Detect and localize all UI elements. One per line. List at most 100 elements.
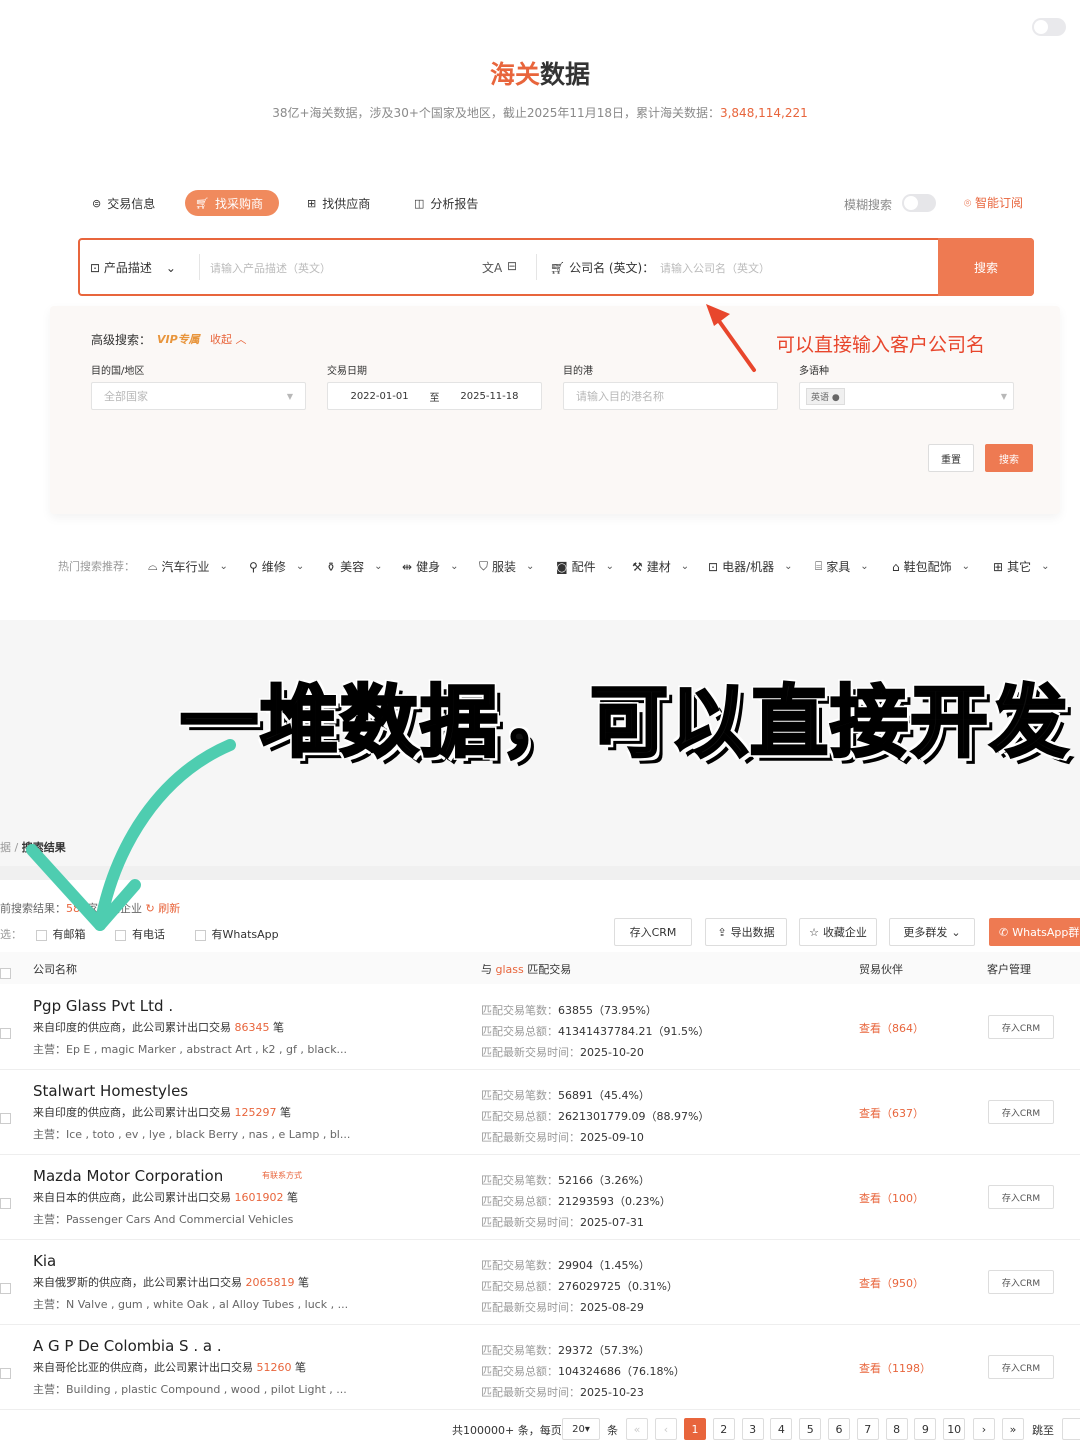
- hot-item-repair[interactable]: ⚲ 维修 ⌄: [249, 558, 304, 575]
- hot-item-clothing[interactable]: ⛉ 服装 ⌄: [479, 558, 534, 575]
- row-checkbox[interactable]: [0, 1278, 17, 1297]
- row-checkbox[interactable]: [0, 1023, 17, 1042]
- row-save-crm-button[interactable]: 存入CRM: [988, 1270, 1054, 1294]
- language-select[interactable]: 英语 ● ▼: [799, 382, 1014, 410]
- port-input[interactable]: 请输入目的港名称: [563, 382, 778, 410]
- row-save-crm-button[interactable]: 存入CRM: [988, 1355, 1054, 1379]
- product-description-input[interactable]: 请输入产品描述（英文）: [210, 260, 331, 276]
- page-button[interactable]: 8: [885, 1418, 908, 1440]
- total-records: 3,848,114,221: [719, 106, 808, 120]
- hot-item-other[interactable]: ⊞ 其它 ⌄: [993, 558, 1049, 575]
- row-checkbox[interactable]: [0, 1363, 17, 1382]
- view-partners-link[interactable]: 查看（637）: [859, 1105, 924, 1121]
- hot-item-appliances[interactable]: ⊡ 电器/机器 ⌄: [708, 558, 793, 575]
- supplier-origin: 来自日本的供应商，此公司累计出口交易 1601902 笔: [33, 1191, 298, 1204]
- match-latest-time: 匹配最新交易时间：2025-10-20: [481, 1046, 644, 1059]
- tab-find-buyers[interactable]: 🛒︎ 找采购商: [185, 190, 279, 216]
- country-select[interactable]: 全部国家 ▼: [91, 382, 306, 410]
- hot-item-fitness[interactable]: ⇹ 健身 ⌄: [402, 558, 458, 575]
- page-size-unit: 条: [607, 1424, 618, 1437]
- tab-find-suppliers[interactable]: ⊞ 找供应商: [297, 190, 380, 216]
- banner-text-right: 可以直接开发: [588, 677, 1071, 770]
- fuzzy-search-toggle[interactable]: [902, 194, 936, 212]
- last-page-button[interactable]: »: [1002, 1418, 1024, 1440]
- company-name[interactable]: Stalwart Homestyles: [33, 1082, 188, 1100]
- favorite-button[interactable]: ☆ 收藏企业: [799, 918, 877, 946]
- company-name[interactable]: Kia: [33, 1252, 56, 1270]
- page-button[interactable]: 10: [943, 1418, 966, 1440]
- company-name[interactable]: Pgp Glass Pvt Ltd .: [33, 997, 173, 1015]
- date-range-picker[interactable]: 2022-01-01 至 2025-11-18: [327, 382, 542, 410]
- hot-item-shoes-bags[interactable]: ⌂ 鞋包配饰 ⌄: [892, 558, 970, 575]
- page-size-select[interactable]: 20 ▾: [562, 1418, 600, 1440]
- advanced-search-label: 高级搜索：: [91, 333, 152, 347]
- divider: [199, 254, 200, 280]
- page-button[interactable]: 2: [712, 1418, 735, 1440]
- first-page-button[interactable]: «: [626, 1418, 648, 1440]
- hot-item-beauty[interactable]: ⚱ 美容 ⌄: [326, 558, 382, 575]
- row-save-crm-button[interactable]: 存入CRM: [988, 1185, 1054, 1209]
- save-crm-button[interactable]: 存入CRM: [614, 918, 692, 946]
- field-select[interactable]: ⊡ 产品描述 ⌄: [90, 259, 176, 276]
- hs-code-icon[interactable]: ⊟: [507, 259, 517, 273]
- watch-icon: ◙: [556, 559, 568, 574]
- view-partners-link[interactable]: 查看（100）: [859, 1190, 924, 1206]
- match-total: 匹配交易总额：104324686（76.18%）: [481, 1365, 685, 1378]
- export-button[interactable]: ⇪ 导出数据: [705, 918, 787, 946]
- hot-item-furniture[interactable]: ⌸ 家具 ⌄: [815, 558, 869, 575]
- next-page-button[interactable]: ›: [973, 1418, 995, 1440]
- supplier-origin: 来自印度的供应商，此公司累计出口交易 86345 笔: [33, 1021, 284, 1034]
- prev-page-button[interactable]: ‹: [655, 1418, 677, 1440]
- location-pin-icon: ⌾: [964, 196, 976, 210]
- translate-icon[interactable]: 文A: [482, 259, 502, 276]
- page-button[interactable]: 9: [914, 1418, 937, 1440]
- view-partners-link[interactable]: 查看（1198）: [859, 1360, 931, 1376]
- contact-tag: 有联系方式: [262, 1171, 302, 1180]
- hot-item-accessories[interactable]: ◙ 配件 ⌄: [556, 558, 614, 575]
- select-all-checkbox[interactable]: [0, 963, 17, 982]
- tab-analysis-report[interactable]: ◫ 分析报告: [404, 190, 488, 216]
- hot-item-building[interactable]: ⚒ 建材 ⌄: [632, 558, 689, 575]
- annotation-text: 可以直接输入客户公司名: [776, 334, 986, 356]
- chevron-down-icon: ⌄: [374, 561, 383, 572]
- chevron-down-icon: ⌄: [450, 561, 459, 572]
- page-button[interactable]: 7: [856, 1418, 879, 1440]
- whatsapp-group-button[interactable]: ✆ WhatsApp群: [989, 918, 1080, 946]
- view-partners-link[interactable]: 查看（864）: [859, 1020, 924, 1036]
- company-name[interactable]: Mazda Motor Corporation: [33, 1167, 223, 1185]
- row-save-crm-button[interactable]: 存入CRM: [988, 1015, 1054, 1039]
- page-button[interactable]: 1: [684, 1418, 706, 1440]
- row-save-crm-button[interactable]: 存入CRM: [988, 1100, 1054, 1124]
- supplier-origin: 来自印度的供应商，此公司累计出口交易 125297 笔: [33, 1106, 291, 1119]
- bottle-icon: ⚱: [326, 559, 337, 574]
- row-checkbox[interactable]: [0, 1108, 17, 1127]
- tab-trade-info[interactable]: ⊜ 交易信息: [82, 190, 165, 216]
- shoe-icon: ⌂: [892, 559, 900, 574]
- language-tag[interactable]: 英语 ●: [806, 387, 845, 405]
- match-count: 匹配交易笔数：29372（57.3%）: [481, 1344, 650, 1357]
- jump-to-input[interactable]: [1062, 1418, 1080, 1440]
- col-company: 公司名称: [33, 963, 77, 976]
- hot-item-auto[interactable]: ⌓ 汽车行业 ⌄: [148, 558, 228, 575]
- match-count: 匹配交易笔数：56891（45.4%）: [481, 1089, 650, 1102]
- star-icon: ☆: [809, 925, 819, 939]
- view-partners-link[interactable]: 查看（950）: [859, 1275, 924, 1291]
- page-button[interactable]: 5: [799, 1418, 822, 1440]
- collapse-link[interactable]: 收起 ︿: [210, 331, 247, 347]
- match-latest-time: 匹配最新交易时间：2025-09-10: [481, 1131, 644, 1144]
- top-toggle[interactable]: [1032, 18, 1066, 36]
- whatsapp-icon: ✆: [999, 925, 1009, 939]
- smart-subscribe-link[interactable]: ⌾ 智能订阅: [964, 194, 1023, 211]
- match-total: 匹配交易总额：276029725（0.31%）: [481, 1280, 678, 1293]
- hot-search-label: 热门搜索推荐：: [58, 560, 135, 573]
- page-button[interactable]: 4: [770, 1418, 793, 1440]
- page-button[interactable]: 6: [828, 1418, 850, 1440]
- search-button[interactable]: 搜索: [938, 238, 1034, 296]
- row-checkbox[interactable]: [0, 1193, 17, 1212]
- company-name-input[interactable]: 请输入公司名（英文）: [660, 260, 770, 276]
- page-button[interactable]: 3: [741, 1418, 764, 1440]
- bulk-send-button[interactable]: 更多群发 ⌄: [889, 918, 975, 946]
- reset-button[interactable]: 重置: [928, 444, 974, 472]
- company-name[interactable]: A G P De Colombia S . a .: [33, 1337, 222, 1355]
- advanced-search-button[interactable]: 搜索: [985, 444, 1033, 472]
